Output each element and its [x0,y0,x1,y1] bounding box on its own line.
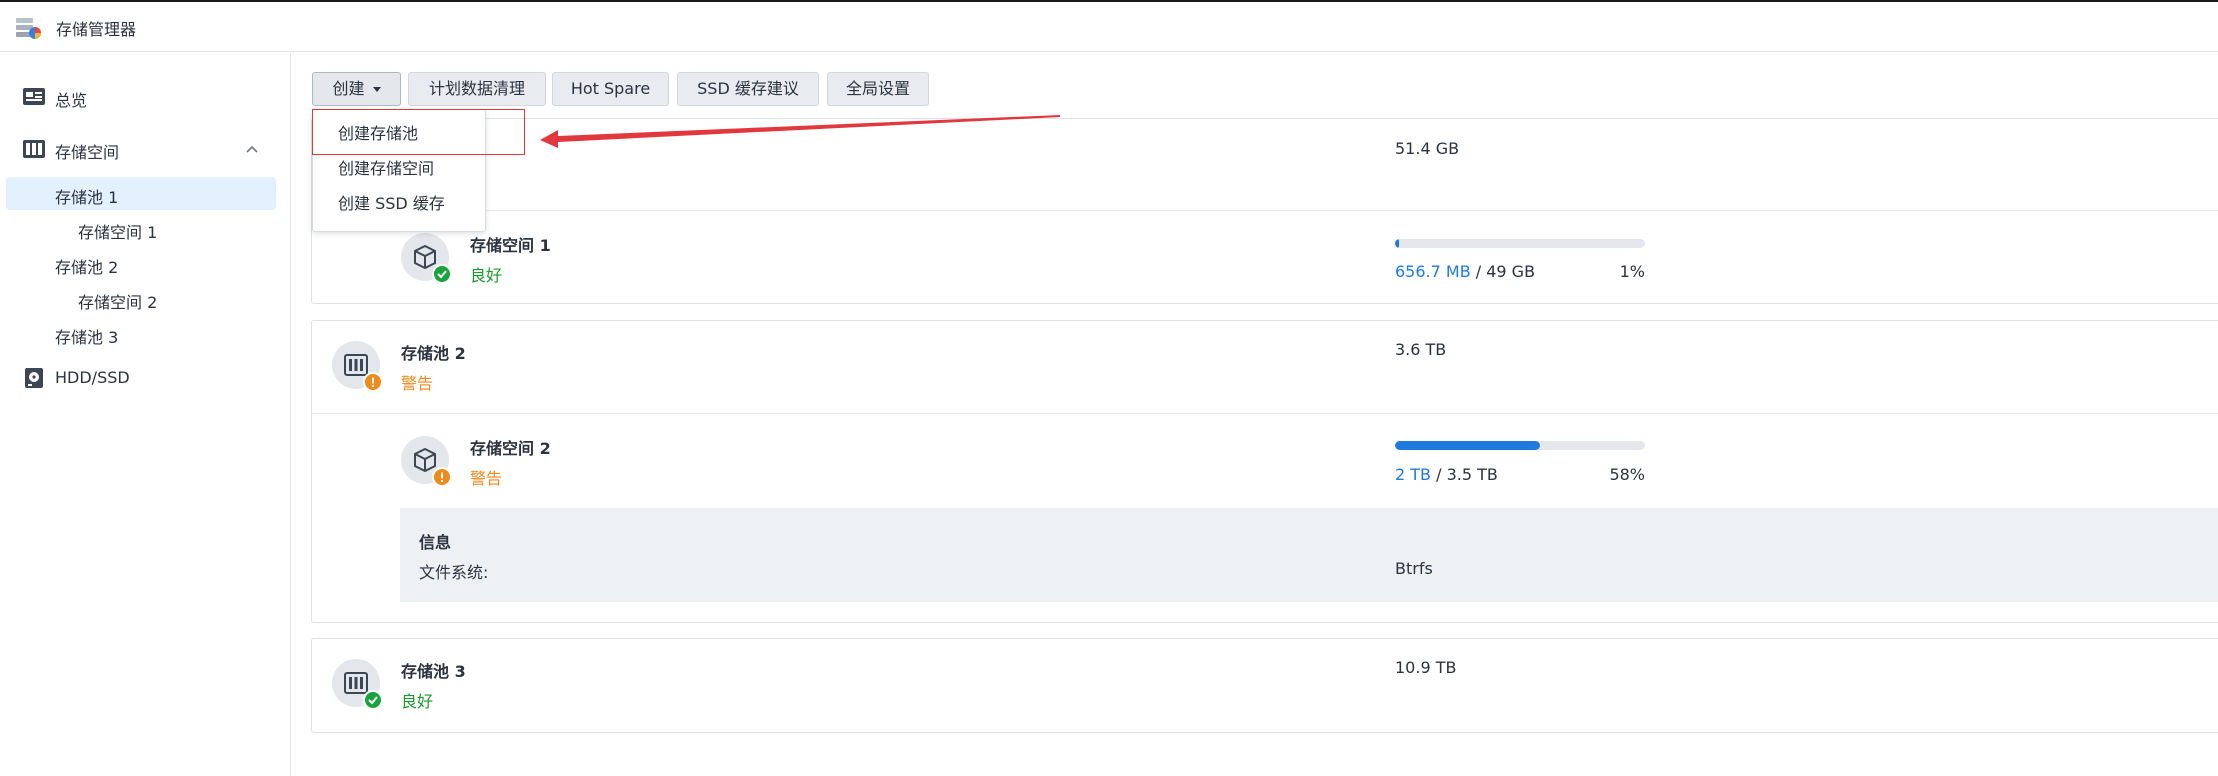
volume-1-used: 656.7 MB [1395,262,1471,281]
volume-1-usage-bar [1395,239,1645,248]
volume-cube-icon [401,233,452,284]
usage-separator: / [1431,465,1447,484]
volume-1-usage-text: 656.7 MB / 49 GB [1395,262,1535,281]
title-bar: 存储管理器 [0,2,2218,52]
sidebar: 总览 存储空间 存储池 1 存储空间 1 存储池 2 存储空间 2 存储池 3 [0,53,291,776]
sidebar-item-storage[interactable]: 存储空间 [0,129,291,169]
pool-2-panel: 存储池 2 警告 3.6 TB 存储空间 2 警告 2 TB / 3.5 TB … [311,320,2218,623]
volume-1-percent: 1% [1619,262,1645,281]
pool-icon [332,341,383,392]
volume-2-usage-text: 2 TB / 3.5 TB [1395,465,1498,484]
scrub-schedule-button[interactable]: 计划数据清理 [408,72,546,106]
volume-2-info-box: 信息 文件系统: Btrfs [400,508,2218,602]
sidebar-item-label: 存储池 3 [55,328,119,347]
create-dropdown-menu: 创建存储池 创建存储空间 创建 SSD 缓存 [312,109,486,232]
ssd-cache-advisor-label: SSD 缓存建议 [697,79,799,98]
info-title: 信息 [419,533,452,552]
sidebar-item-label: 存储池 1 [55,188,119,207]
create-button[interactable]: 创建 [312,72,401,106]
pool-3-status: 良好 [401,692,434,711]
sidebar-item-label: 存储池 2 [55,258,119,277]
overview-icon [22,86,46,108]
volume-1-name[interactable]: 存储空间 1 [470,232,551,256]
global-settings-label: 全局设置 [845,79,910,98]
pool-2-name[interactable]: 存储池 2 [401,340,466,364]
pool-3-size: 10.9 TB [1395,658,1457,677]
pool-3-panel: 存储池 3 良好 10.9 TB [311,638,2218,733]
sidebar-item-volume-1[interactable]: 存储空间 1 [6,212,276,245]
menu-item-label: 创建 SSD 缓存 [338,194,445,213]
app-title: 存储管理器 [56,20,137,39]
status-ok-icon [363,690,383,710]
volume-1-total: 49 GB [1486,262,1536,281]
global-settings-button[interactable]: 全局设置 [827,72,929,106]
sidebar-item-volume-2[interactable]: 存储空间 2 [6,282,276,315]
divider [312,413,2218,414]
sidebar-item-label: 存储空间 [55,143,120,162]
volume-2-usage-bar [1395,441,1645,450]
sidebar-item-pool-2[interactable]: 存储池 2 [6,247,276,280]
volume-1-usage-fill [1395,239,1399,248]
sidebar-item-overview[interactable]: 总览 [0,77,291,117]
create-button-label: 创建 [332,79,365,98]
status-warning-icon [363,372,383,392]
pool-icon [332,659,383,710]
sidebar-item-label: 存储空间 1 [78,223,158,242]
sidebar-item-pool-3[interactable]: 存储池 3 [6,317,276,350]
divider [312,210,2218,211]
scrub-schedule-label: 计划数据清理 [428,79,525,98]
usage-separator: / [1470,262,1487,281]
status-warning-icon [432,467,452,487]
sidebar-item-label: HDD/SSD [55,368,130,387]
sidebar-item-pool-1[interactable]: 存储池 1 [6,177,276,210]
volume-cube-icon [401,436,452,487]
volume-2-used: 2 TB [1395,465,1432,484]
volume-2-usage-fill [1395,441,1540,450]
menu-item-create-ssd-cache[interactable]: 创建 SSD 缓存 [313,182,487,216]
ssd-cache-advisor-button[interactable]: SSD 缓存建议 [677,72,819,106]
pool-3-name[interactable]: 存储池 3 [401,658,466,682]
menu-item-create-storage-pool[interactable]: 创建存储池 [313,112,487,146]
volume-2-status: 警告 [470,469,503,488]
status-ok-icon [432,264,452,284]
hot-spare-label: Hot Spare [570,79,651,98]
menu-item-label: 创建存储池 [338,124,419,143]
volume-2-total: 3.5 TB [1446,465,1498,484]
volume-1-status: 良好 [470,266,503,285]
chevron-up-icon[interactable] [244,141,260,157]
sidebar-item-label: 存储空间 2 [78,293,158,312]
file-system-value: Btrfs [1395,559,1433,578]
pool-2-status: 警告 [401,374,434,393]
menu-item-label: 创建存储空间 [338,159,435,178]
file-system-label: 文件系统: [419,563,489,582]
caret-down-icon [372,87,381,92]
storage-manager-icon [14,14,44,42]
pool-2-size: 3.6 TB [1395,340,1447,359]
sidebar-item-label: 总览 [55,91,88,110]
pool-1-size: 51.4 GB [1395,139,1460,158]
sidebar-item-hdd-ssd[interactable]: HDD/SSD [0,358,291,398]
volume-2-name[interactable]: 存储空间 2 [470,435,551,459]
volume-2-percent: 58% [1609,465,1645,484]
storage-icon [22,138,46,160]
disk-icon [22,367,46,389]
hot-spare-button[interactable]: Hot Spare [552,72,669,106]
annotation-arrow [540,115,1060,148]
menu-item-create-volume[interactable]: 创建存储空间 [313,147,487,181]
